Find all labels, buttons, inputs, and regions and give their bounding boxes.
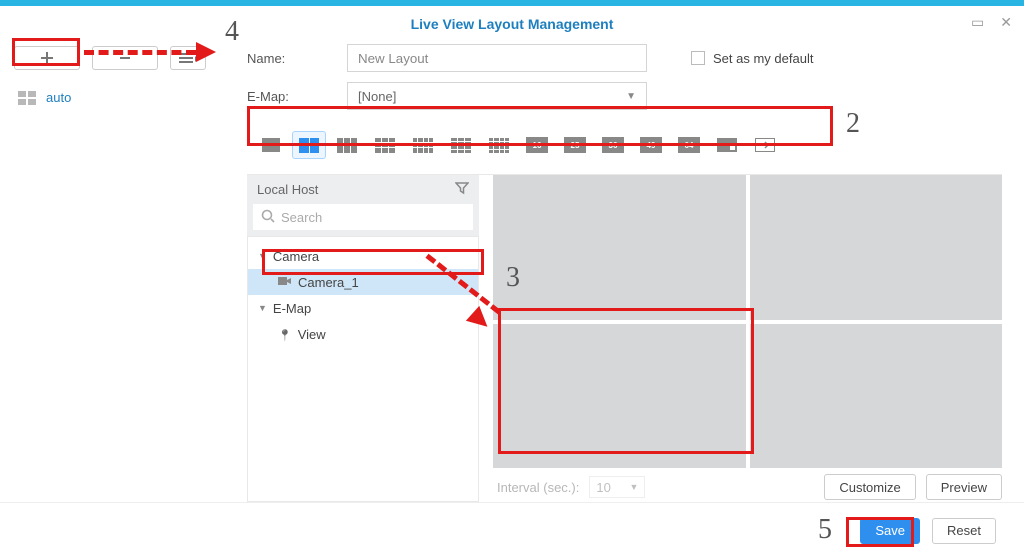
set-default-checkbox[interactable]: Set as my default: [691, 51, 813, 66]
filter-icon[interactable]: [455, 181, 469, 198]
chevron-down-icon: ▼: [626, 91, 636, 102]
layout-swap-button[interactable]: [749, 132, 781, 158]
sidebar-item-auto[interactable]: auto: [14, 86, 211, 109]
minimize-icon[interactable]: ▭: [971, 14, 984, 31]
layout-2x2-button[interactable]: [293, 132, 325, 158]
tree-group-emap[interactable]: ▼E-Map: [248, 295, 478, 321]
source-tree-panel: Local Host Search: [247, 175, 479, 502]
layout-16grid-button[interactable]: [483, 132, 515, 158]
emap-value: [None]: [358, 89, 396, 104]
name-label: Name:: [247, 51, 327, 66]
layout-picker-toolbar: 16 25 36 49 64: [247, 120, 1002, 170]
reset-button[interactable]: Reset: [932, 518, 996, 544]
layout-49-button[interactable]: 49: [635, 132, 667, 158]
grid-icon: [18, 91, 36, 105]
layout-12-button[interactable]: [407, 132, 439, 158]
preview-button[interactable]: Preview: [926, 474, 1002, 500]
set-default-label: Set as my default: [713, 51, 813, 66]
close-icon[interactable]: ✕: [1000, 14, 1012, 31]
remove-layout-button[interactable]: [92, 46, 158, 70]
sidebar-item-label: auto: [46, 90, 71, 105]
search-icon: [261, 209, 275, 226]
interval-label: Interval (sec.):: [497, 480, 579, 495]
layout-36-button[interactable]: 36: [597, 132, 629, 158]
tree-item-camera-1[interactable]: Camera_1: [248, 269, 478, 295]
layout-12b-button[interactable]: [445, 132, 477, 158]
layout-64-button[interactable]: 64: [673, 132, 705, 158]
name-input[interactable]: [347, 44, 647, 72]
camera-icon: [278, 275, 292, 290]
layout-cell[interactable]: [750, 324, 1003, 469]
interval-select: 10 ▼: [589, 476, 645, 498]
content-area: Name: Set as my default E-Map: [None] ▼: [225, 36, 1024, 502]
window-title: Live View Layout Management: [0, 16, 1024, 32]
emap-select[interactable]: [None] ▼: [347, 82, 647, 110]
layout-cell[interactable]: [493, 324, 746, 469]
add-layout-button[interactable]: [14, 46, 80, 70]
layout-1x1-button[interactable]: [255, 132, 287, 158]
tree-host-label: Local Host: [257, 182, 318, 197]
layout-list-menu-button[interactable]: [170, 46, 206, 70]
tree-group-camera[interactable]: ▼Camera: [248, 243, 478, 269]
layout-cell[interactable]: [493, 175, 746, 320]
layout-sequence-button[interactable]: [711, 132, 743, 158]
tree-item-view[interactable]: View: [248, 321, 478, 347]
layout-9-button[interactable]: [369, 132, 401, 158]
search-input[interactable]: Search: [253, 204, 473, 230]
sidebar: auto: [0, 36, 225, 502]
pin-icon: [278, 327, 292, 342]
layout-cell[interactable]: [750, 175, 1003, 320]
search-placeholder: Search: [281, 210, 322, 225]
layout-6-button[interactable]: [331, 132, 363, 158]
layout-16-button[interactable]: 16: [521, 132, 553, 158]
layout-25-button[interactable]: 25: [559, 132, 591, 158]
footer-bar: Save Reset: [0, 502, 1024, 558]
layout-preview: Interval (sec.): 10 ▼ Customize Preview: [493, 175, 1002, 502]
save-button[interactable]: Save: [860, 518, 920, 544]
customize-button[interactable]: Customize: [824, 474, 915, 500]
emap-label: E-Map:: [247, 89, 327, 104]
